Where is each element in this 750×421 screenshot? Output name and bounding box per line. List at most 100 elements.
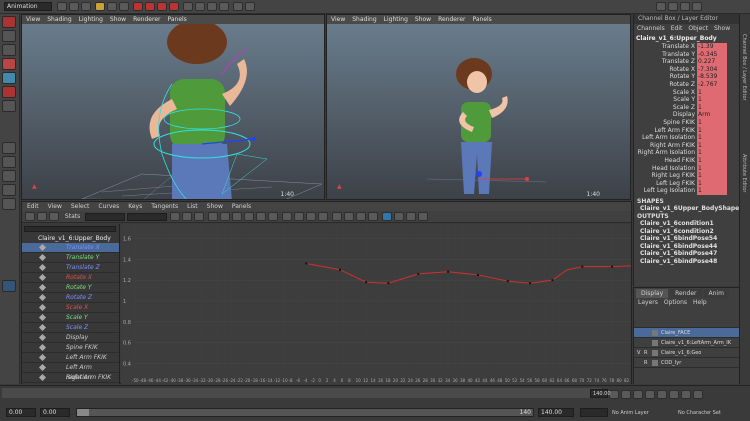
cb-menu-object[interactable]: Object	[688, 25, 708, 32]
layer-reference-toggle[interactable]: R	[644, 358, 647, 368]
graph-channel-row[interactable]: Right Arm FKIK	[22, 373, 119, 383]
rotate-tool-icon[interactable]	[2, 72, 16, 84]
time-slider[interactable]	[2, 388, 602, 398]
vp-menu-lighting[interactable]: Lighting	[79, 16, 103, 23]
insert-key-icon[interactable]	[37, 212, 47, 221]
unify-tangents-icon[interactable]	[293, 212, 304, 221]
channel-attribute-value[interactable]: -0.345	[697, 50, 727, 59]
stats-field-frame[interactable]	[85, 212, 126, 221]
layer-row[interactable]: V R Claire_v1_6:Geo	[634, 348, 739, 358]
channel-attribute-row[interactable]: Head FKIK 1	[634, 156, 739, 165]
vp-menu-show[interactable]: Show	[415, 16, 431, 23]
output-node[interactable]: Claire_v1_6bindPose48	[634, 258, 739, 266]
keyframe-point[interactable]	[506, 280, 509, 283]
output-node[interactable]: Claire_v1_6bindPose47	[634, 250, 739, 258]
channel-attribute-value[interactable]: 1	[697, 164, 727, 173]
channel-attribute-label[interactable]: Head Isolation	[634, 165, 697, 173]
output-node[interactable]: Claire_v1_6bindPose44	[634, 243, 739, 251]
layer-menu-help[interactable]: Help	[693, 299, 707, 306]
vp-menu-view[interactable]: View	[331, 16, 345, 23]
channel-attribute-label[interactable]: Translate Y	[634, 51, 697, 59]
lasso-tool-icon[interactable]	[2, 30, 16, 42]
move-key-icon[interactable]	[25, 212, 35, 221]
graph-channel-row[interactable]: Left Arm FKIK	[22, 353, 119, 363]
step-back-frame-icon[interactable]	[633, 390, 643, 399]
trax-editor-icon[interactable]	[417, 212, 428, 221]
viewport-right[interactable]: View Shading Lighting Show Renderer Panels ▲ …	[326, 14, 631, 200]
toggle-layer-editor-icon[interactable]	[692, 2, 702, 11]
move-tool-icon[interactable]	[2, 58, 16, 70]
two-view-icon[interactable]	[2, 170, 16, 182]
add-key-icon[interactable]	[49, 212, 59, 221]
center-current-icon[interactable]	[194, 212, 205, 221]
ge-menu-view[interactable]: View	[48, 203, 62, 210]
character-closeup[interactable]	[22, 24, 325, 200]
toggle-tool-settings-icon[interactable]	[668, 2, 678, 11]
channel-attribute-value[interactable]: -7.304	[697, 65, 727, 74]
layer-visibility-toggle[interactable]: V	[637, 348, 640, 358]
step-forward-key-icon[interactable]	[681, 390, 691, 399]
channel-attribute-label[interactable]: Spine FKIK	[634, 119, 697, 127]
vp-menu-panels[interactable]: Panels	[167, 16, 186, 23]
layer-color-swatch[interactable]	[652, 349, 658, 356]
play-forward-icon[interactable]	[657, 390, 667, 399]
vp-menu-view[interactable]: View	[26, 16, 40, 23]
ge-menu-panels[interactable]: Panels	[232, 203, 251, 210]
channel-attribute-label[interactable]: Left Leg Isolation	[634, 187, 697, 195]
channel-attribute-value[interactable]: 1	[697, 96, 727, 104]
vp-menu-renderer[interactable]: Renderer	[438, 16, 465, 23]
graph-channel-row[interactable]: Rotate X	[22, 273, 119, 283]
vp-menu-lighting[interactable]: Lighting	[384, 16, 408, 23]
scale-tool-icon[interactable]	[2, 86, 16, 98]
ge-menu-keys[interactable]: Keys	[128, 203, 142, 210]
cb-menu-channels[interactable]: Channels	[637, 25, 665, 32]
playback-end-field[interactable]	[580, 408, 608, 417]
layer-reference-toggle[interactable]: R	[644, 348, 647, 358]
keyframe-point[interactable]	[305, 262, 308, 265]
graph-channel-row[interactable]: Display	[22, 333, 119, 343]
channel-attribute-value[interactable]: 1	[697, 179, 727, 188]
channel-attribute-row[interactable]: Translate Z 0.227	[634, 58, 739, 66]
transform-field-icon[interactable]	[244, 2, 255, 11]
ge-menu-select[interactable]: Select	[71, 203, 90, 210]
flat-tangent-icon[interactable]	[243, 212, 254, 221]
graph-channel-row[interactable]: Translate Y	[22, 253, 119, 263]
channel-attribute-row[interactable]: Scale X1	[634, 88, 739, 97]
graph-channel-row[interactable]: Scale Z	[22, 323, 119, 333]
channel-attribute-label[interactable]: Left Arm FKIK	[634, 127, 697, 135]
channel-attribute-value[interactable]: 1	[697, 126, 727, 135]
stats-field-value[interactable]	[127, 212, 168, 221]
channel-attribute-row[interactable]: Right Arm Isolation 1	[634, 149, 739, 157]
render-settings-icon[interactable]	[218, 2, 229, 11]
layer-menu-options[interactable]: Options	[664, 299, 687, 306]
channel-attribute-row[interactable]: Translate Y -0.345	[634, 50, 739, 59]
channel-attribute-value[interactable]: 1	[697, 118, 727, 127]
single-view-icon[interactable]	[2, 142, 16, 154]
channel-attribute-value[interactable]: 1	[697, 149, 727, 157]
clamped-tangent-icon[interactable]	[219, 212, 230, 221]
history-icon[interactable]	[182, 2, 193, 11]
channel-attribute-label[interactable]: Head FKIK	[634, 157, 697, 165]
channel-attribute-label[interactable]: Rotate Z	[634, 81, 697, 89]
layer-row[interactable]: Claire_FACE	[634, 328, 739, 338]
tab-display[interactable]: Display	[636, 289, 669, 298]
normalize-icon[interactable]	[355, 212, 366, 221]
character-set-label[interactable]: No Character Set	[678, 410, 721, 416]
range-slider[interactable]: 140	[76, 408, 534, 417]
render-icon[interactable]	[194, 2, 205, 11]
graph-channel-row[interactable]: Scale Y	[22, 313, 119, 323]
cb-menu-show[interactable]: Show	[714, 25, 730, 32]
channel-attribute-label[interactable]: Left Leg FKIK	[634, 180, 697, 188]
channel-attribute-value[interactable]: 0.227	[697, 58, 727, 66]
input-ops-icon[interactable]	[232, 2, 243, 11]
graph-channel-row[interactable]: Scale X	[22, 303, 119, 313]
graph-channel-row[interactable]: Rotate Z	[22, 293, 119, 303]
anim-layer-label[interactable]: No Anim Layer	[612, 410, 649, 416]
channel-attribute-label[interactable]: Rotate Y	[634, 73, 697, 81]
keyframe-point[interactable]	[581, 265, 584, 268]
vp-menu-shading[interactable]: Shading	[47, 16, 71, 23]
channel-attribute-value[interactable]: -2.767	[697, 80, 727, 89]
side-tab-channel-box[interactable]: Channel Box / Layer Editor	[741, 34, 747, 101]
layer-menu-layers[interactable]: Layers	[638, 299, 658, 306]
keyframe-point[interactable]	[365, 281, 368, 284]
